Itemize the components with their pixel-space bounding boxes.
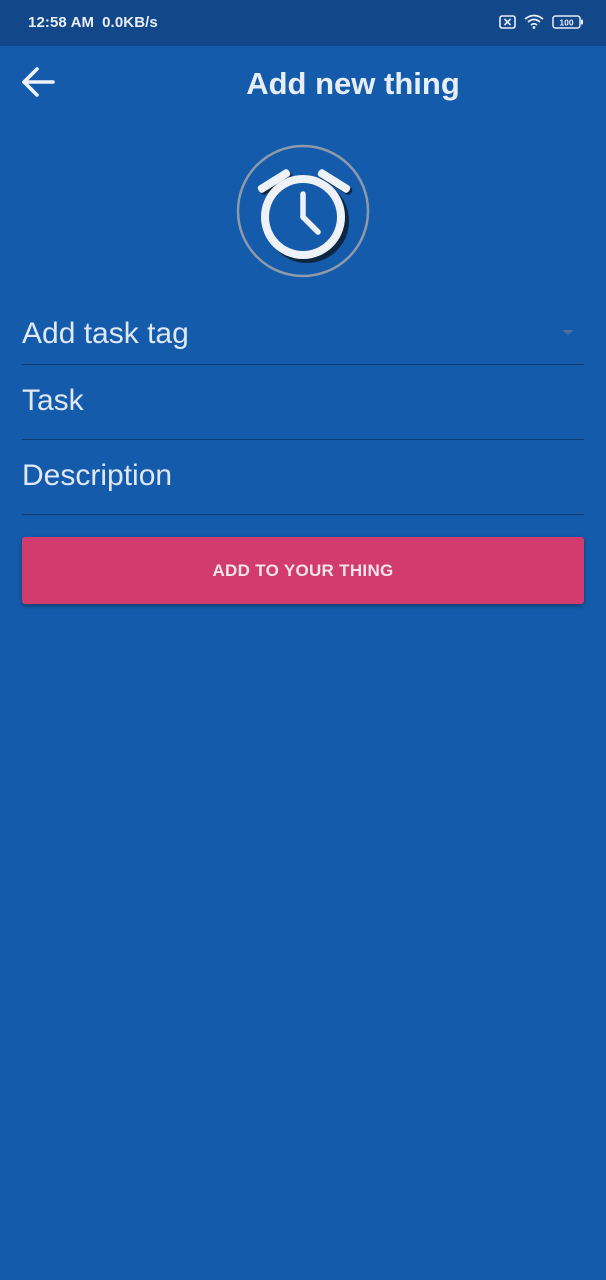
battery-level: 100 [559,17,573,27]
status-net-speed: 0.0KB/s [102,14,158,31]
status-icons: 100 [499,14,584,34]
task-tag-dropdown[interactable]: Add task tag [22,300,584,365]
wifi-icon [524,14,544,34]
dropdown-arrow-icon [562,330,574,335]
alarm-clock-icon [236,144,370,282]
app-bar: Add new thing [0,46,606,122]
status-left: 12:58 AM 0.0KB/s [28,14,166,31]
back-button[interactable] [14,60,62,108]
task-tag-placeholder: Add task tag [22,317,189,350]
add-to-your-thing-button[interactable]: ADD TO YOUR THING [22,537,584,604]
sim-off-icon [499,14,516,34]
description-input[interactable]: Description [22,441,584,515]
battery-icon: 100 [552,14,584,34]
status-bar: 12:58 AM 0.0KB/s 100 [0,0,606,46]
task-placeholder: Task [22,384,84,417]
arrow-back-icon [21,66,55,102]
description-placeholder: Description [22,459,173,492]
status-time: 12:58 AM [28,14,95,31]
page-title: Add new thing [246,66,460,101]
app-logo [236,144,370,278]
task-input[interactable]: Task [22,366,584,440]
